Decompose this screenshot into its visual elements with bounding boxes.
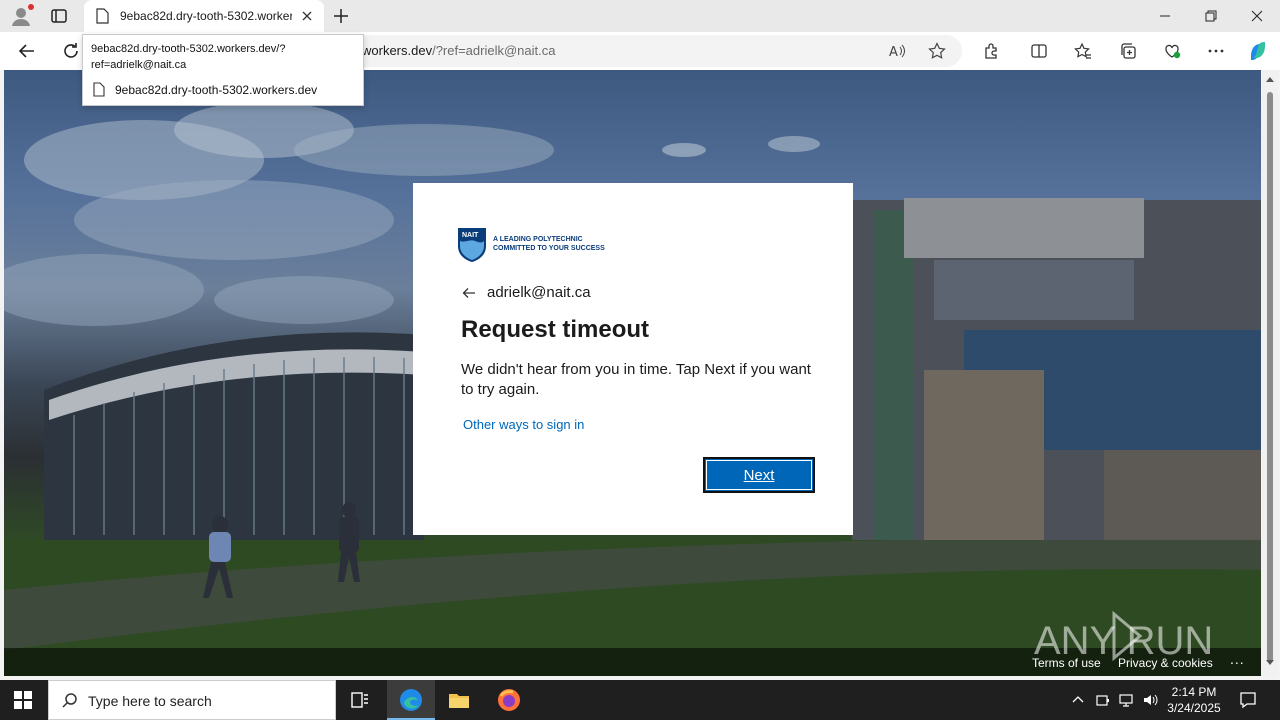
browser-essentials-icon[interactable] xyxy=(1163,42,1181,60)
anyrun-watermark: ANY RUN xyxy=(1034,610,1213,663)
page-viewport: NAIT A LEADING POLYTECHNIC COMMITTED TO Y… xyxy=(4,70,1261,676)
edge-taskbar-button[interactable] xyxy=(387,680,435,720)
more-options-icon[interactable] xyxy=(1207,42,1225,60)
logo-tagline: A LEADING POLYTECHNIC COMMITTED TO YOUR S… xyxy=(493,236,605,252)
firefox-icon xyxy=(498,689,520,711)
battery-icon[interactable] xyxy=(1095,692,1111,708)
firefox-button[interactable] xyxy=(485,680,533,720)
extensions-icon[interactable] xyxy=(982,42,1000,60)
clock-time: 2:14 PM xyxy=(1171,685,1217,699)
new-tab-icon[interactable] xyxy=(332,7,350,25)
next-button[interactable]: Next xyxy=(703,457,815,493)
logo-mark-text: NAIT xyxy=(462,232,479,239)
notifications-icon[interactable] xyxy=(1238,690,1258,710)
favorites-icon[interactable] xyxy=(1074,42,1092,60)
back-arrow-icon[interactable] xyxy=(17,41,37,61)
windows-taskbar: Type here to search 2:14 PM 3/24/2025 xyxy=(0,680,1280,720)
tooltip-url: 9ebac82d.dry-tooth-5302.workers.dev/?ref… xyxy=(91,43,286,71)
page-icon xyxy=(93,82,105,97)
tooltip-host: 9ebac82d.dry-tooth-5302.workers.dev xyxy=(115,83,318,97)
tab-hover-tooltip: 9ebac82d.dry-tooth-5302.workers.dev/?ref… xyxy=(82,34,364,106)
windows-start-icon[interactable] xyxy=(14,691,32,709)
nait-shield-icon: NAIT xyxy=(458,228,486,262)
back-arrow-icon[interactable] xyxy=(461,285,477,301)
close-window-icon[interactable] xyxy=(1249,8,1265,24)
scroll-up-icon[interactable] xyxy=(1266,76,1274,82)
split-screen-icon[interactable] xyxy=(1030,42,1048,60)
clock-date: 3/24/2025 xyxy=(1167,701,1221,715)
network-icon[interactable] xyxy=(1118,692,1134,708)
account-email: adrielk@nait.ca xyxy=(487,284,591,301)
page-icon xyxy=(96,8,109,24)
reload-icon[interactable] xyxy=(61,41,81,61)
page-title: Request timeout xyxy=(461,316,650,343)
sign-in-card: NAIT A LEADING POLYTECHNIC COMMITTED TO Y… xyxy=(413,183,853,535)
favorite-star-icon[interactable] xyxy=(928,42,946,60)
chevron-up-icon[interactable] xyxy=(1070,692,1086,708)
folder-icon xyxy=(449,694,469,708)
minimize-icon[interactable] xyxy=(1157,8,1173,24)
system-clock[interactable]: 2:14 PM 3/24/2025 xyxy=(1162,684,1226,716)
tab-title: 9ebac82d.dry-tooth-5302.workers.dev xyxy=(120,9,292,23)
edge-icon xyxy=(400,689,422,711)
copilot-icon[interactable] xyxy=(1247,40,1269,62)
collections-icon[interactable] xyxy=(1119,42,1137,60)
scroll-thumb[interactable] xyxy=(1267,92,1273,662)
read-aloud-icon[interactable]: A xyxy=(888,42,906,60)
watermark-text: ANY RUN xyxy=(1034,619,1213,663)
timeout-message: We didn't hear from you in time. Tap Nex… xyxy=(461,361,811,398)
tab-bar: 9ebac82d.dry-tooth-5302.workers.dev xyxy=(0,0,1280,32)
search-placeholder: Type here to search xyxy=(88,693,212,709)
task-view-icon xyxy=(351,692,368,708)
nait-logo: NAIT A LEADING POLYTECHNIC COMMITTED TO Y… xyxy=(457,227,617,263)
restore-icon[interactable] xyxy=(1203,8,1219,24)
task-view-button[interactable] xyxy=(336,680,384,720)
profile-icon[interactable] xyxy=(10,4,34,27)
svg-text:A: A xyxy=(889,45,898,60)
search-icon xyxy=(62,693,77,708)
volume-icon[interactable] xyxy=(1142,692,1158,708)
page-scrollbar[interactable] xyxy=(1262,70,1278,676)
address-url: workers.dev/?ref=adrielk@nait.ca xyxy=(362,43,556,58)
close-tab-icon[interactable] xyxy=(300,9,314,23)
scroll-down-icon[interactable] xyxy=(1266,660,1274,666)
tab-actions-icon[interactable] xyxy=(50,7,68,25)
notification-dot xyxy=(28,4,34,10)
tab-active[interactable]: 9ebac82d.dry-tooth-5302.workers.dev xyxy=(84,0,324,32)
taskbar-search[interactable]: Type here to search xyxy=(48,680,336,720)
other-ways-link[interactable]: Other ways to sign in xyxy=(463,417,584,432)
file-explorer-button[interactable] xyxy=(435,680,483,720)
